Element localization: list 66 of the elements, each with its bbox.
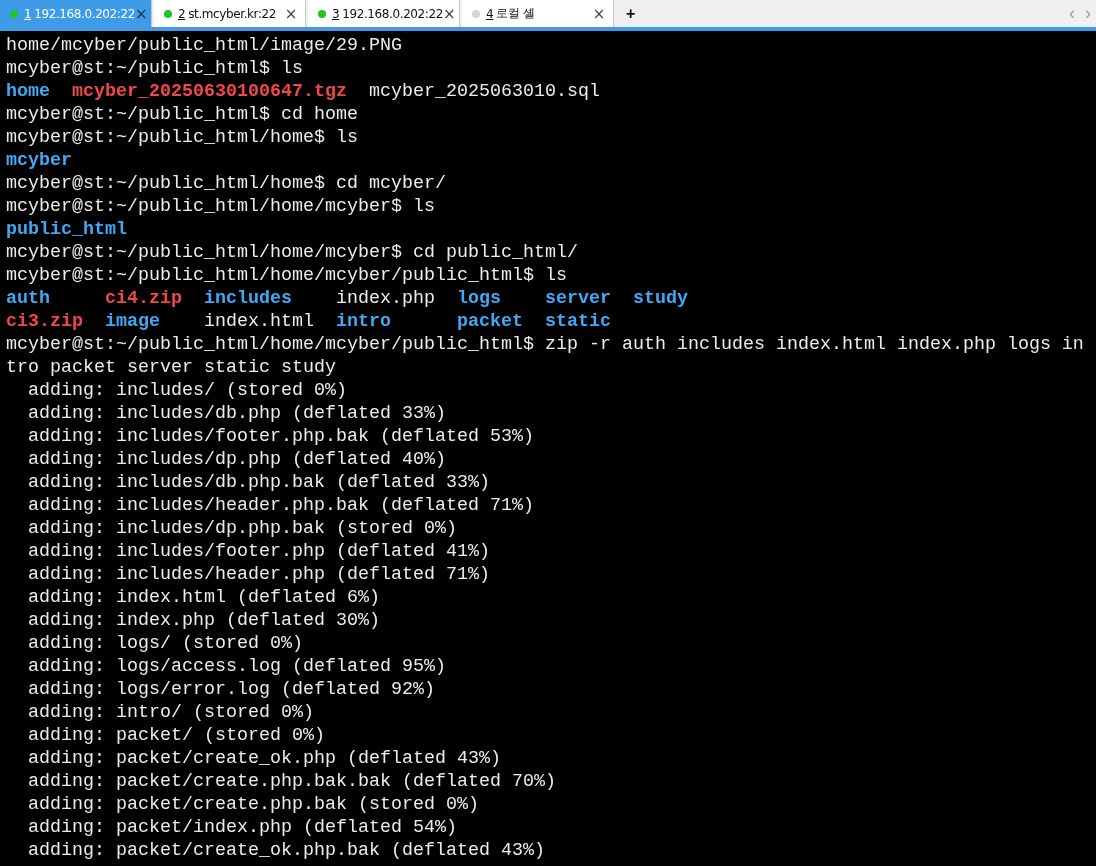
tab-label: 로컬 셸 xyxy=(496,5,536,22)
terminal-line: mcyber@st:~/public_html$ cd home xyxy=(6,103,359,126)
file-name: ci4.zip xyxy=(105,288,182,309)
terminal-line: adding: index.php (deflated 30%) xyxy=(27,609,381,632)
file-name: packet xyxy=(456,311,523,332)
file-name: index.html xyxy=(203,311,314,332)
session-tab[interactable]: 1 192.168.0.202:22× xyxy=(0,0,152,27)
session-tab[interactable]: 3 192.168.0.202:22× xyxy=(308,0,460,27)
close-icon[interactable]: × xyxy=(592,4,605,23)
terminal-line: adding: includes/header.php.bak (deflated 71%) xyxy=(27,494,535,517)
terminal-line: mcyber@st:~/public_html/home/mcyber$ ls xyxy=(6,195,436,218)
terminal-line: adding: includes/dp.php (deflated 40%) xyxy=(27,448,447,471)
file-name: study xyxy=(632,288,688,309)
tab-number: 1 xyxy=(24,6,32,21)
file-name: mcyber xyxy=(6,150,72,171)
terminal-line: adding: packet/index.php (deflated 54%) xyxy=(27,816,458,839)
terminal-line: tro packet server static study xyxy=(6,356,337,379)
terminal-line: adding: includes/db.php (deflated 33%) xyxy=(27,402,447,425)
file-name: auth xyxy=(6,288,50,309)
terminal-line: adding: packet/create_ok.php.bak (deflated 43%) xyxy=(27,839,546,862)
session-tab[interactable]: 4 로컬 셸 × xyxy=(462,0,614,27)
terminal-line: mcyber@st:~/public_html/home$ cd mcyber/ xyxy=(6,172,447,195)
file-name: mcyber_2025063010.sql xyxy=(368,81,600,102)
terminal-line: adding: packet/create.php.bak (stored 0%) xyxy=(27,793,480,816)
terminal-line: adding: includes/ (stored 0%) xyxy=(27,379,348,402)
tab-number: 4 xyxy=(486,6,494,21)
terminal-line: adding: includes/dp.php.bak (stored 0%) xyxy=(27,517,458,540)
terminal-line: mcyber@st:~/public_html/home/mcyber$ cd public_html/ xyxy=(6,241,579,264)
tab-number: 3 xyxy=(332,6,340,21)
tab-number: 2 xyxy=(178,6,186,21)
tab-label: 192.168.0.202:22 xyxy=(342,6,443,21)
file-name: server xyxy=(544,288,611,309)
terminal-line: home/mcyber/public_html/image/29.PNG xyxy=(6,34,403,57)
terminal-line: adding: logs/ (stored 0%) xyxy=(27,632,304,655)
file-name: public_html xyxy=(6,219,127,240)
file-name: includes xyxy=(203,288,292,309)
file-name: home xyxy=(6,81,50,102)
new-tab-button[interactable]: + xyxy=(616,0,646,27)
close-icon[interactable]: × xyxy=(284,4,297,23)
terminal-line: mcyber@st:~/public_html$ ls xyxy=(6,57,304,80)
tab-label: 192.168.0.202:22 xyxy=(34,6,135,21)
terminal-line: adding: packet/create.php.bak.bak (deflated 70%) xyxy=(27,770,557,793)
terminal-line: mcyber@st:~/public_html/home/mcyber/public_html$ zip -r auth includes index.html index.php logs in xyxy=(6,333,1085,356)
terminal-line: adding: includes/db.php.bak (deflated 33%) xyxy=(27,471,491,494)
close-icon[interactable]: × xyxy=(442,4,456,23)
file-name: static xyxy=(544,311,611,332)
terminal-line: adding: packet/create_ok.php (deflated 43%) xyxy=(27,747,502,770)
terminal-line: adding: logs/error.log (deflated 92%) xyxy=(27,678,436,701)
file-name: intro xyxy=(335,311,391,332)
terminal-line: adding: index.html (deflated 6%) xyxy=(27,586,381,609)
terminal-line: adding: packet/ (stored 0%) xyxy=(27,724,326,747)
file-name: mcyber_20250630100647.tgz xyxy=(72,81,347,102)
terminal-line: mcyber@st:~/public_html/home/mcyber/public_html$ ls xyxy=(6,264,568,287)
terminal-line: adding: includes/header.php (deflated 71%) xyxy=(27,563,491,586)
terminal-line: mcyber@st:~/public_html/home$ ls xyxy=(6,126,359,149)
tab-label: st.mcyber.kr:22 xyxy=(188,6,278,21)
file-name: logs xyxy=(456,288,501,309)
file-name: image xyxy=(105,311,160,332)
session-tab[interactable]: 2 st.mcyber.kr:22 × xyxy=(154,0,306,27)
terminal-line: adding: logs/access.log (deflated 95%) xyxy=(27,655,447,678)
file-name: index.php xyxy=(335,288,435,309)
terminal-line: adding: intro/ (stored 0%) xyxy=(27,701,315,724)
terminal-line: adding: includes/footer.php (deflated 41%) xyxy=(27,540,491,563)
terminal-line: adding: includes/footer.php.bak (deflated 53%) xyxy=(27,425,535,448)
close-icon[interactable]: × xyxy=(134,4,148,23)
file-name: ci3.zip xyxy=(6,311,83,332)
